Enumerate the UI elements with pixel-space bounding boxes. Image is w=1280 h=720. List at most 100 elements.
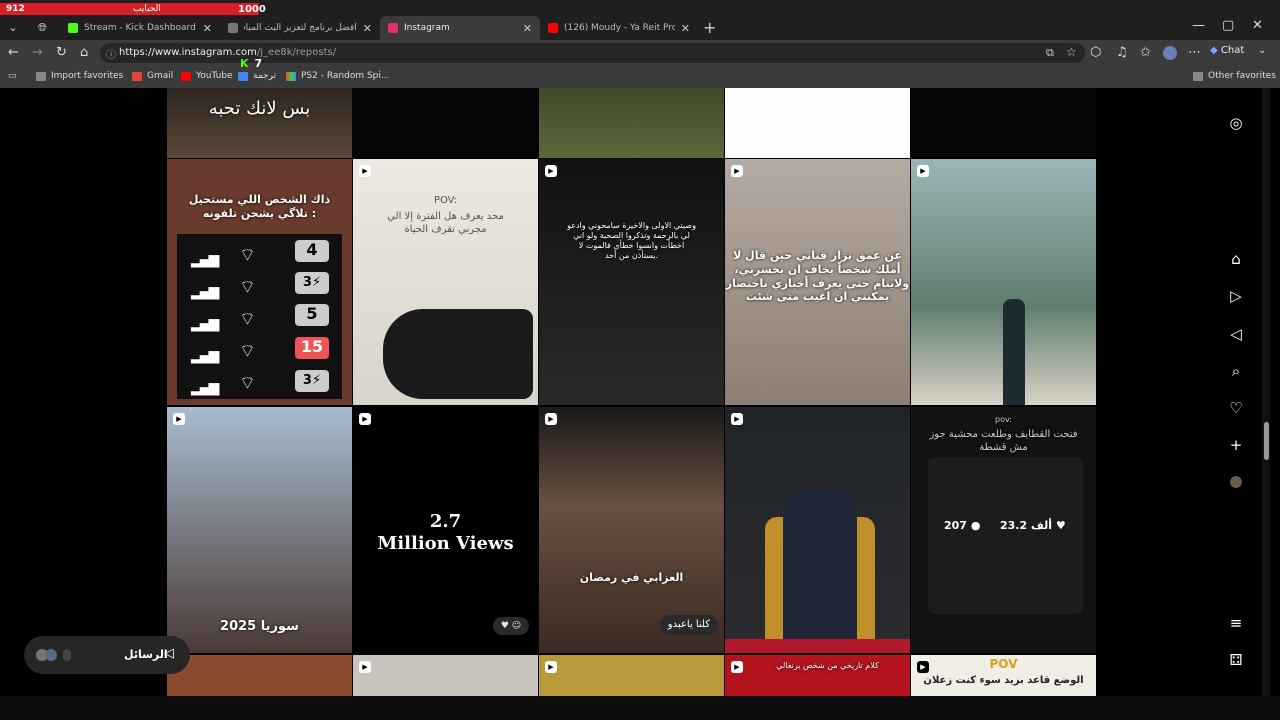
browser-toolbar: ← → ↻ ⌂ ⓘ https://www.instagram.com/j_ee… (0, 40, 1280, 66)
apps-icon[interactable]: ⚃ (1226, 650, 1246, 670)
bookmark-youtube[interactable]: YouTube (181, 71, 233, 81)
open-in-app-icon[interactable]: ⧉ (1046, 46, 1054, 60)
post-caption: محد يعرف هل الفترة إلا الي مجربي تقرف ال… (387, 211, 504, 235)
bookmark-import-favorites[interactable]: Import favorites (36, 71, 123, 81)
messages-button[interactable]: الرسائل ◁ (24, 636, 190, 674)
scrollbar-track[interactable] (1262, 88, 1270, 696)
post-tile[interactable]: ▶ POV: محد يعرف هل الفترة إلا الي مجربي … (353, 159, 538, 405)
new-tab-button[interactable]: + (703, 18, 716, 37)
post-tile[interactable] (725, 88, 910, 158)
kick-logo-icon: K (240, 57, 249, 70)
post-caption: وصيتي الاولى والاخيرة سامحوني وادعو لي ب… (567, 221, 696, 260)
site-info-icon[interactable]: ⓘ (106, 46, 116, 61)
tab-stream-booster[interactable]: أفضل برنامج لتعزيز البث المباشر ✕ (220, 16, 380, 40)
search-icon[interactable]: ⌕ (1226, 361, 1246, 381)
close-icon[interactable]: ✕ (203, 22, 212, 35)
favorite-star-icon[interactable]: ☆ (1066, 45, 1077, 59)
menu-icon[interactable]: ≡ (1226, 613, 1246, 633)
bookmark-gmail[interactable]: Gmail (132, 71, 173, 81)
kick-favicon-icon (68, 23, 78, 33)
bookmark-label: Import favorites (51, 71, 124, 81)
kick-viewer-badge: K7 (240, 57, 268, 70)
close-icon[interactable]: ✕ (363, 22, 372, 35)
bookmark-label: ترجمة (253, 71, 277, 81)
tab-instagram[interactable]: Instagram ✕ (380, 16, 540, 40)
post-caption: العزابي في رمضان (579, 571, 684, 584)
maximize-button[interactable]: ▢ (1222, 18, 1234, 33)
chevron-down-icon[interactable]: ⌄ (1258, 45, 1266, 56)
minimize-button[interactable]: — (1192, 18, 1205, 33)
other-favorites[interactable]: Other favorites (1193, 71, 1276, 81)
tab-kick-dashboard[interactable]: Stream - Kick Dashboard ✕ (60, 16, 220, 40)
refresh-icon[interactable]: ↻ (56, 45, 67, 60)
post-caption: سوريا 2025 (220, 619, 299, 634)
folder-icon (36, 71, 46, 81)
taskbar-strip (0, 696, 1280, 720)
back-icon[interactable]: ← (8, 45, 19, 60)
more-options-icon[interactable]: ⋯ (1188, 45, 1201, 60)
close-icon[interactable]: ✕ (681, 22, 690, 35)
tab-actions-menu-icon[interactable]: ⌄ (4, 18, 22, 36)
tab-title: أفضل برنامج لتعزيز البث المباشر (244, 23, 357, 33)
wifi-icon: ⌔ ⌔ ⌔ ⌔ ⌔ (239, 245, 256, 394)
post-caption: كلام تاريخي من شخص برنغالي (776, 661, 879, 670)
battery-level: 5 (295, 304, 329, 326)
notifications-heart-icon[interactable]: ♡ (1226, 398, 1246, 418)
comments-value: 207 (944, 519, 967, 532)
bookmark-label: YouTube (196, 71, 233, 81)
post-tile[interactable]: ذاك الشخص اللي مستحيل تلاگي يشحن تلفونه … (167, 159, 352, 405)
reading-list-icon[interactable]: ▭ (8, 71, 17, 81)
chat-bubble: كلنا ياعبدو (659, 615, 718, 635)
post-tile[interactable] (167, 655, 352, 696)
reel-icon: ▶ (731, 661, 743, 673)
post-tile[interactable]: ▶ (539, 655, 724, 696)
bookmark-ps2[interactable]: PS2 - Random Spi... (286, 71, 389, 81)
post-tile[interactable] (539, 88, 724, 158)
copilot-chat-button[interactable]: ◆ Chat (1210, 45, 1244, 56)
forward-icon[interactable]: → (32, 45, 43, 60)
chat-label: Chat (1220, 45, 1245, 56)
translate-icon (238, 71, 248, 81)
post-tile[interactable]: ▶ العزابي في رمضان كلنا ياعبدو (539, 407, 724, 653)
scrollbar-thumb[interactable] (1264, 422, 1269, 460)
post-caption: الوضع قاعد بزيد سوء كنت زعلان (923, 675, 1084, 686)
reels-icon[interactable]: ▷ (1226, 286, 1246, 306)
post-tile[interactable]: بس لانك تحبه (167, 88, 352, 158)
post-tile[interactable]: ▶ (911, 159, 1096, 405)
battery-level: 15 (295, 337, 329, 359)
instagram-logo-icon[interactable]: ◎ (1226, 113, 1246, 133)
post-tile[interactable] (911, 88, 1096, 158)
post-tile[interactable]: ▶ POV الوضع قاعد بزيد سوء كنت زعلان (911, 655, 1096, 696)
home-icon[interactable]: ⌂ (1226, 249, 1246, 269)
profile-avatar[interactable] (1163, 46, 1177, 60)
post-tile[interactable]: ▶ كلام تاريخي من شخص برنغالي (725, 655, 910, 696)
tab-title: (126) Moudy - Ya Reit Prod by Or (564, 23, 675, 33)
post-tile[interactable]: ▶ 2.7 Million Views ♥ ☺ (353, 407, 538, 653)
post-tile[interactable]: ▶ وصيتي الاولى والاخيرة سامحوني وادعو لي… (539, 159, 724, 405)
post-caption: 2.7 (429, 511, 462, 532)
messages-icon[interactable]: ◁ (1226, 324, 1246, 344)
reel-icon: ▶ (173, 413, 185, 425)
post-tile[interactable]: ▶ عن عمق نزار قباني حين قال لا أملك شخصا… (725, 159, 910, 405)
tab-youtube[interactable]: (126) Moudy - Ya Reit Prod by Or ✕ (540, 16, 698, 40)
post-tile[interactable]: pov: فتحت القطايف وطلعت محشية جوز مش قشط… (911, 407, 1096, 653)
profile-avatar[interactable] (1226, 472, 1246, 492)
create-plus-icon[interactable]: + (1226, 435, 1246, 455)
post-tile[interactable]: ▶ (725, 407, 910, 653)
avatar (45, 649, 57, 661)
extension-icon[interactable]: ⬡ (1090, 45, 1101, 60)
bookmark-label: PS2 - Random Spi... (301, 71, 390, 81)
media-icon[interactable]: ♫ (1116, 45, 1128, 60)
close-icon[interactable]: ✕ (523, 22, 532, 35)
home-icon[interactable]: ⌂ (80, 45, 88, 60)
likes-count: 23.2 ألف ♥ (1000, 519, 1066, 532)
post-tile[interactable] (353, 88, 538, 158)
tab-workspace[interactable]: 🌐︎ (30, 16, 60, 40)
favorites-icon[interactable]: ✩ (1140, 45, 1151, 60)
bookmark-translate[interactable]: ترجمة (238, 71, 276, 81)
post-tile[interactable]: ▶ سوريا 2025 (167, 407, 352, 653)
post-tile[interactable]: ▶ (353, 655, 538, 696)
close-window-button[interactable]: ✕ (1252, 18, 1263, 33)
instagram-favicon-icon (388, 23, 398, 33)
reel-icon: ▶ (545, 413, 557, 425)
